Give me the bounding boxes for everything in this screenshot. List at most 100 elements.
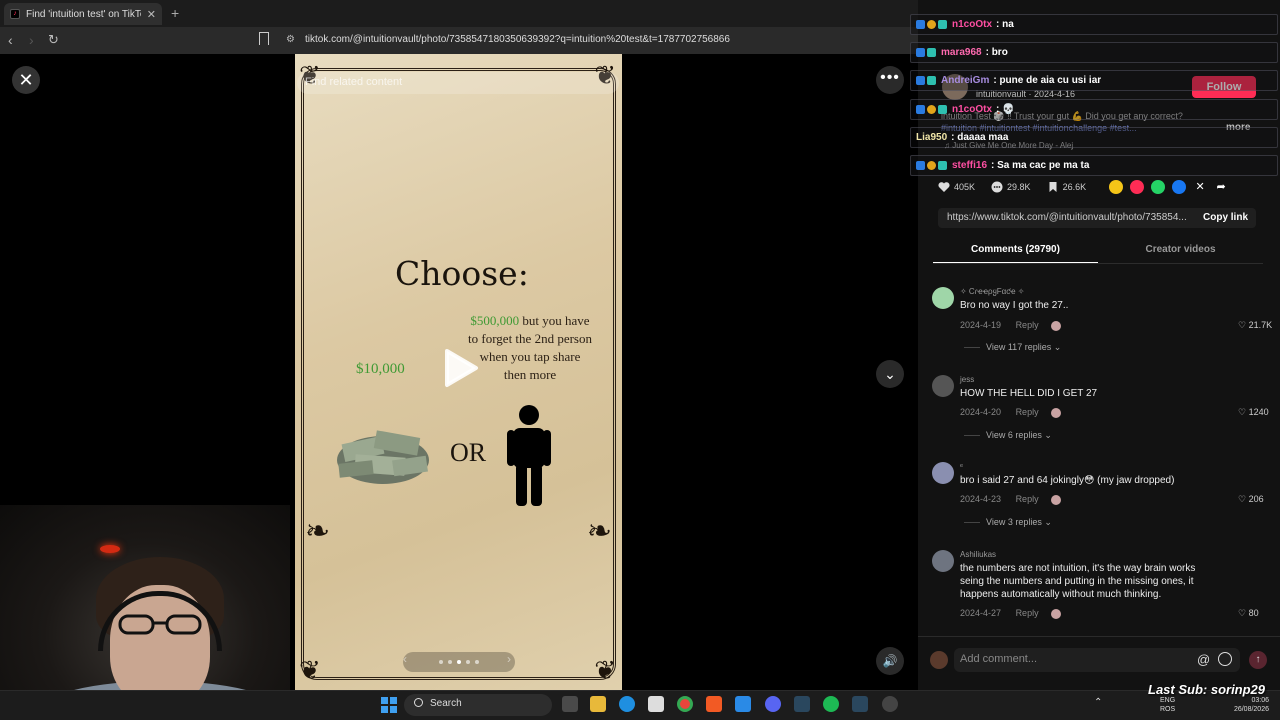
play-icon[interactable]: [443, 348, 479, 388]
chat-username: Lia950: [916, 132, 948, 143]
mention-icon[interactable]: @: [1197, 652, 1210, 667]
photo-slide[interactable]: ❦ ❦ ❦ ❦ ❧ ❧ Find related content Choose:…: [295, 54, 622, 690]
file-explorer-icon[interactable]: [590, 696, 606, 712]
find-related-content-pill[interactable]: Find related content: [297, 72, 619, 94]
brave-icon[interactable]: [706, 696, 722, 712]
prev-slide-icon[interactable]: ‹: [403, 652, 407, 666]
slide-dot[interactable]: [466, 660, 470, 664]
copy-link-button[interactable]: Copy link: [1203, 212, 1248, 223]
edge-icon[interactable]: [619, 696, 635, 712]
taskbar: [0, 690, 1280, 720]
tab-creator-videos[interactable]: Creator videos: [1098, 240, 1263, 264]
avatar[interactable]: [932, 550, 954, 572]
comment-username[interactable]: jess: [960, 375, 974, 384]
forward-arrow-icon[interactable]: ›: [29, 32, 34, 48]
tab-comments[interactable]: Comments (29790): [933, 240, 1098, 264]
comment-like[interactable]: ♡ 206: [1238, 494, 1264, 505]
emoji-icon[interactable]: [1218, 652, 1232, 666]
option-b-money: $500,000: [470, 313, 520, 328]
view-replies-button[interactable]: View 6 replies ⌄: [964, 430, 1052, 441]
steam-icon[interactable]: [794, 696, 810, 712]
creator-liked-icon: [1051, 320, 1062, 331]
comment-username[interactable]: Ashiliukas: [960, 550, 996, 559]
steam-icon[interactable]: [852, 696, 868, 712]
avatar[interactable]: [932, 462, 954, 484]
taskbar-search[interactable]: Search: [404, 694, 552, 716]
task-view-icon[interactable]: [562, 696, 578, 712]
save-stat[interactable]: 26.6K: [1047, 181, 1086, 193]
comment-like[interactable]: ♡ 80: [1238, 608, 1259, 619]
comment-like-count: 21.7K: [1248, 320, 1273, 330]
reply-button[interactable]: Reply: [1016, 608, 1039, 618]
facebook-icon[interactable]: [1172, 180, 1187, 194]
slide-dot[interactable]: [457, 660, 461, 664]
webcam-overlay: [0, 505, 290, 720]
browser-tab[interactable]: ♪ Find 'intuition test' on TikTok | Ti ✕: [4, 3, 162, 25]
discord-icon[interactable]: [765, 696, 781, 712]
store-icon[interactable]: [648, 696, 664, 712]
creator-liked-icon: [1051, 407, 1062, 418]
stats-share-row: 405K 29.8K 26.6K ✕ ➦: [938, 178, 1268, 196]
more-options-icon[interactable]: •••: [876, 66, 904, 94]
comment-username[interactable]: ✧ CɾҽҽρყFαƈҽ ✧: [960, 287, 1024, 296]
volume-icon[interactable]: 🔊: [876, 647, 904, 675]
windows-start-icon[interactable]: [381, 697, 397, 713]
view-replies-button[interactable]: View 3 replies ⌄: [964, 517, 1052, 528]
tab-divider: [933, 263, 1263, 264]
comment-stat[interactable]: 29.8K: [991, 181, 1031, 193]
new-tab-button[interactable]: +: [171, 5, 179, 21]
url-field[interactable]: tiktok.com/@intuitionvault/photo/7358547…: [305, 34, 730, 45]
comment-text: Bro no way I got the 27..: [960, 300, 1069, 311]
chat-badge-icon: [938, 20, 947, 29]
comment-like-count: 206: [1248, 494, 1264, 504]
chevron-down-icon[interactable]: ⌄: [876, 360, 904, 388]
reply-button[interactable]: Reply: [1016, 320, 1039, 330]
avatar[interactable]: [932, 375, 954, 397]
comment-like[interactable]: ♡ 1240: [1238, 407, 1269, 418]
site-info-icon[interactable]: ⚙: [286, 34, 295, 45]
slide-dot[interactable]: [439, 660, 443, 664]
comment-like[interactable]: ♡ 21.7K: [1238, 320, 1272, 331]
reply-button[interactable]: Reply: [1016, 494, 1039, 504]
bookmark-icon[interactable]: [259, 32, 269, 45]
comment-text: HOW THE HELL DID I GET 27: [960, 388, 1098, 399]
reply-button[interactable]: Reply: [1016, 407, 1039, 417]
embed-icon[interactable]: [1109, 180, 1124, 194]
slide-dot[interactable]: [448, 660, 452, 664]
comment-item: ✧ CɾҽҽρყFαƈҽ ✧ Bro no way I got the 27..…: [932, 287, 1272, 357]
send-to-friends-icon[interactable]: [1130, 180, 1145, 194]
view-replies-button[interactable]: View 117 replies ⌄: [964, 342, 1061, 353]
app-icon[interactable]: [882, 696, 898, 712]
chrome-icon[interactable]: [677, 696, 693, 712]
reload-icon[interactable]: ↻: [48, 32, 59, 48]
chat-message: n1coOtx: na: [910, 14, 1278, 35]
like-stat[interactable]: 405K: [938, 181, 975, 193]
comment-like-count: 1240: [1248, 407, 1269, 417]
language-indicator[interactable]: ENG ROS: [1160, 696, 1175, 714]
send-icon[interactable]: ↑: [1249, 651, 1267, 669]
slide-dot[interactable]: [475, 660, 479, 664]
comment-username[interactable]: ᵉ: [960, 462, 963, 471]
bookmark-icon: [1049, 182, 1057, 192]
or-text: OR: [450, 438, 487, 467]
tab-close-icon[interactable]: ✕: [147, 8, 156, 21]
vscode-icon[interactable]: [735, 696, 751, 712]
tray-clock[interactable]: 03:06 26/08/2026: [1223, 696, 1269, 714]
ornament-icon: ❧: [305, 515, 331, 548]
chat-message: AndreiGm: pune de aia cu usi iar: [910, 70, 1278, 91]
close-icon[interactable]: ✕: [12, 66, 40, 94]
spotify-icon[interactable]: [823, 696, 839, 712]
next-slide-icon[interactable]: ›: [507, 652, 511, 666]
clock-time: 03:06: [1251, 697, 1269, 704]
chat-text: : pune de aia cu usi iar: [993, 75, 1102, 86]
lamp-light: [100, 545, 120, 553]
comment-text: the numbers are not intuition, it's the …: [960, 563, 1196, 600]
tiktok-favicon-icon: ♪: [10, 9, 20, 19]
tray-overflow-icon[interactable]: ⌃: [1094, 697, 1110, 713]
chat-badge-icon: [927, 161, 936, 170]
avatar[interactable]: [932, 287, 954, 309]
back-arrow-icon[interactable]: ‹: [8, 32, 13, 48]
whatsapp-icon[interactable]: [1151, 180, 1166, 194]
x-icon[interactable]: ✕: [1193, 180, 1207, 194]
share-arrow-icon[interactable]: ➦: [1214, 180, 1228, 194]
